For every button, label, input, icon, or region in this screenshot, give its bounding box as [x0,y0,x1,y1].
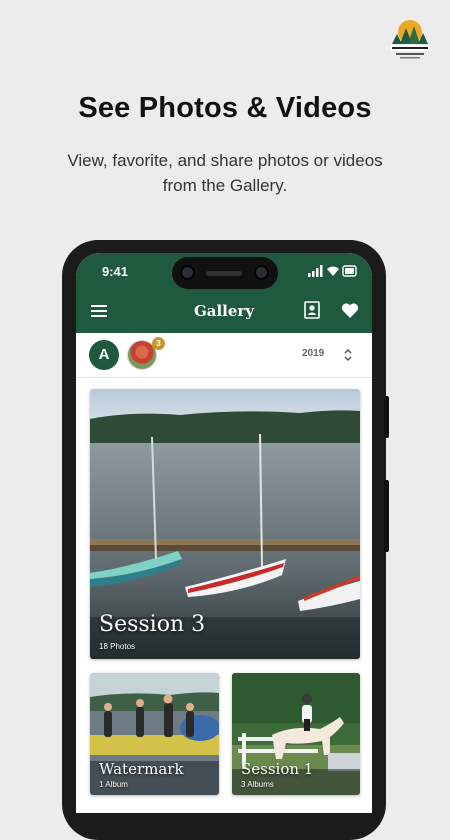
status-time: 9:41 [102,264,129,279]
album-card-session-1[interactable]: Session 1 3 Albums [232,673,360,795]
avatar-count-badge: 3 [152,337,165,350]
filter-bar: A 3 2019 [76,333,372,378]
front-camera-left [180,265,195,280]
album-title: Session 3 [99,612,206,637]
front-camera-right [254,265,269,280]
album-card-session-3[interactable]: Session 3 18 Photos [90,389,360,659]
wifi-icon [327,266,339,276]
signal-icon [308,265,323,277]
contact-card-icon[interactable] [304,301,320,319]
album-title: Watermark [99,760,184,778]
album-title: Session 1 [241,760,314,778]
app-bar-title: Gallery [193,302,255,320]
status-icons [308,265,357,277]
heart-icon[interactable] [341,302,359,319]
album-card-watermark[interactable]: Watermark 1 Album [90,673,219,795]
phone-volume-button [384,480,389,552]
battery-icon [342,265,357,277]
phone-screen: 9:41 Gallery A 3 2019 Session 3 18 Photo… [76,253,372,813]
promo-headline: See Photos & Videos [78,92,372,124]
album-subtitle: 1 Album [99,780,128,789]
earpiece-speaker [206,271,242,276]
album-subtitle: 18 Photos [99,642,136,651]
album-subtitle: 3 Albums [241,780,274,789]
status-bar: 9:41 [76,253,372,289]
year-selector[interactable]: 2019 [302,348,324,359]
phone-power-button [384,396,389,438]
promo-subline: View, favorite, and share photos or vide… [67,151,383,195]
chevron-up-down-icon[interactable] [343,347,353,363]
camera-notch [172,257,278,289]
app-bar: Gallery [76,289,372,333]
avatar-letter[interactable]: A [89,340,119,370]
brand-logo [390,20,430,59]
